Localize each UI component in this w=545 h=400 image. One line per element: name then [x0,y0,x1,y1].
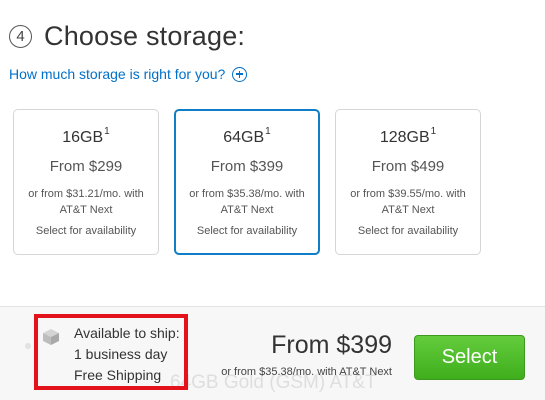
capacity-label: 16GB1 [14,127,158,146]
select-button[interactable]: Select [414,335,525,380]
summary-price: From $399 [271,331,392,359]
option-availability: Select for availability [196,225,298,237]
footnote-marker: 1 [265,126,271,137]
package-icon [43,329,59,345]
option-monthly-price: or from $39.55/mo. with AT&T Next [350,188,466,216]
storage-help-link-label: How much storage is right for you? [9,66,226,82]
ghost-dot [25,343,31,349]
ship-heading: Available to ship: [74,325,180,341]
storage-option-64gb[interactable]: 64GB1 From $399 or from $35.38/mo. with … [174,109,320,255]
plus-circle-icon [232,66,248,82]
option-availability: Select for availability [35,225,137,237]
option-monthly-price: or from $31.21/mo. with AT&T Next [28,188,144,216]
capacity-label: 64GB1 [176,127,318,146]
footnote-marker: 1 [104,126,110,137]
ship-time: 1 business day [74,346,168,362]
shipping-info: Available to ship: 1 business day Free S… [74,323,180,386]
option-price: From $399 [210,158,284,175]
step-number-badge: 4 [9,24,32,48]
option-availability: Select for availability [357,225,459,237]
option-price: From $499 [371,158,445,175]
capacity-label: 128GB1 [336,127,480,146]
storage-option-128gb[interactable]: 128GB1 From $499 or from $39.55/mo. with… [335,109,481,255]
capacity-value: 128GB [379,129,430,146]
footnote-marker: 1 [430,126,437,137]
storage-option-16gb[interactable]: 16GB1 From $299 or from $31.21/mo. with … [13,109,159,255]
summary-monthly-price: or from $35.38/mo. with AT&T Next [221,366,392,378]
step-heading: 4 Choose storage: [9,19,245,53]
storage-help-link[interactable]: How much storage is right for you? [9,66,248,82]
step-title: Choose storage: [44,20,246,51]
capacity-value: 64GB [223,129,265,146]
option-price: From $299 [49,158,123,175]
capacity-value: 16GB [62,129,104,146]
shipping-cost: Free Shipping [74,367,162,383]
option-monthly-price: or from $35.38/mo. with AT&T Next [189,188,305,216]
